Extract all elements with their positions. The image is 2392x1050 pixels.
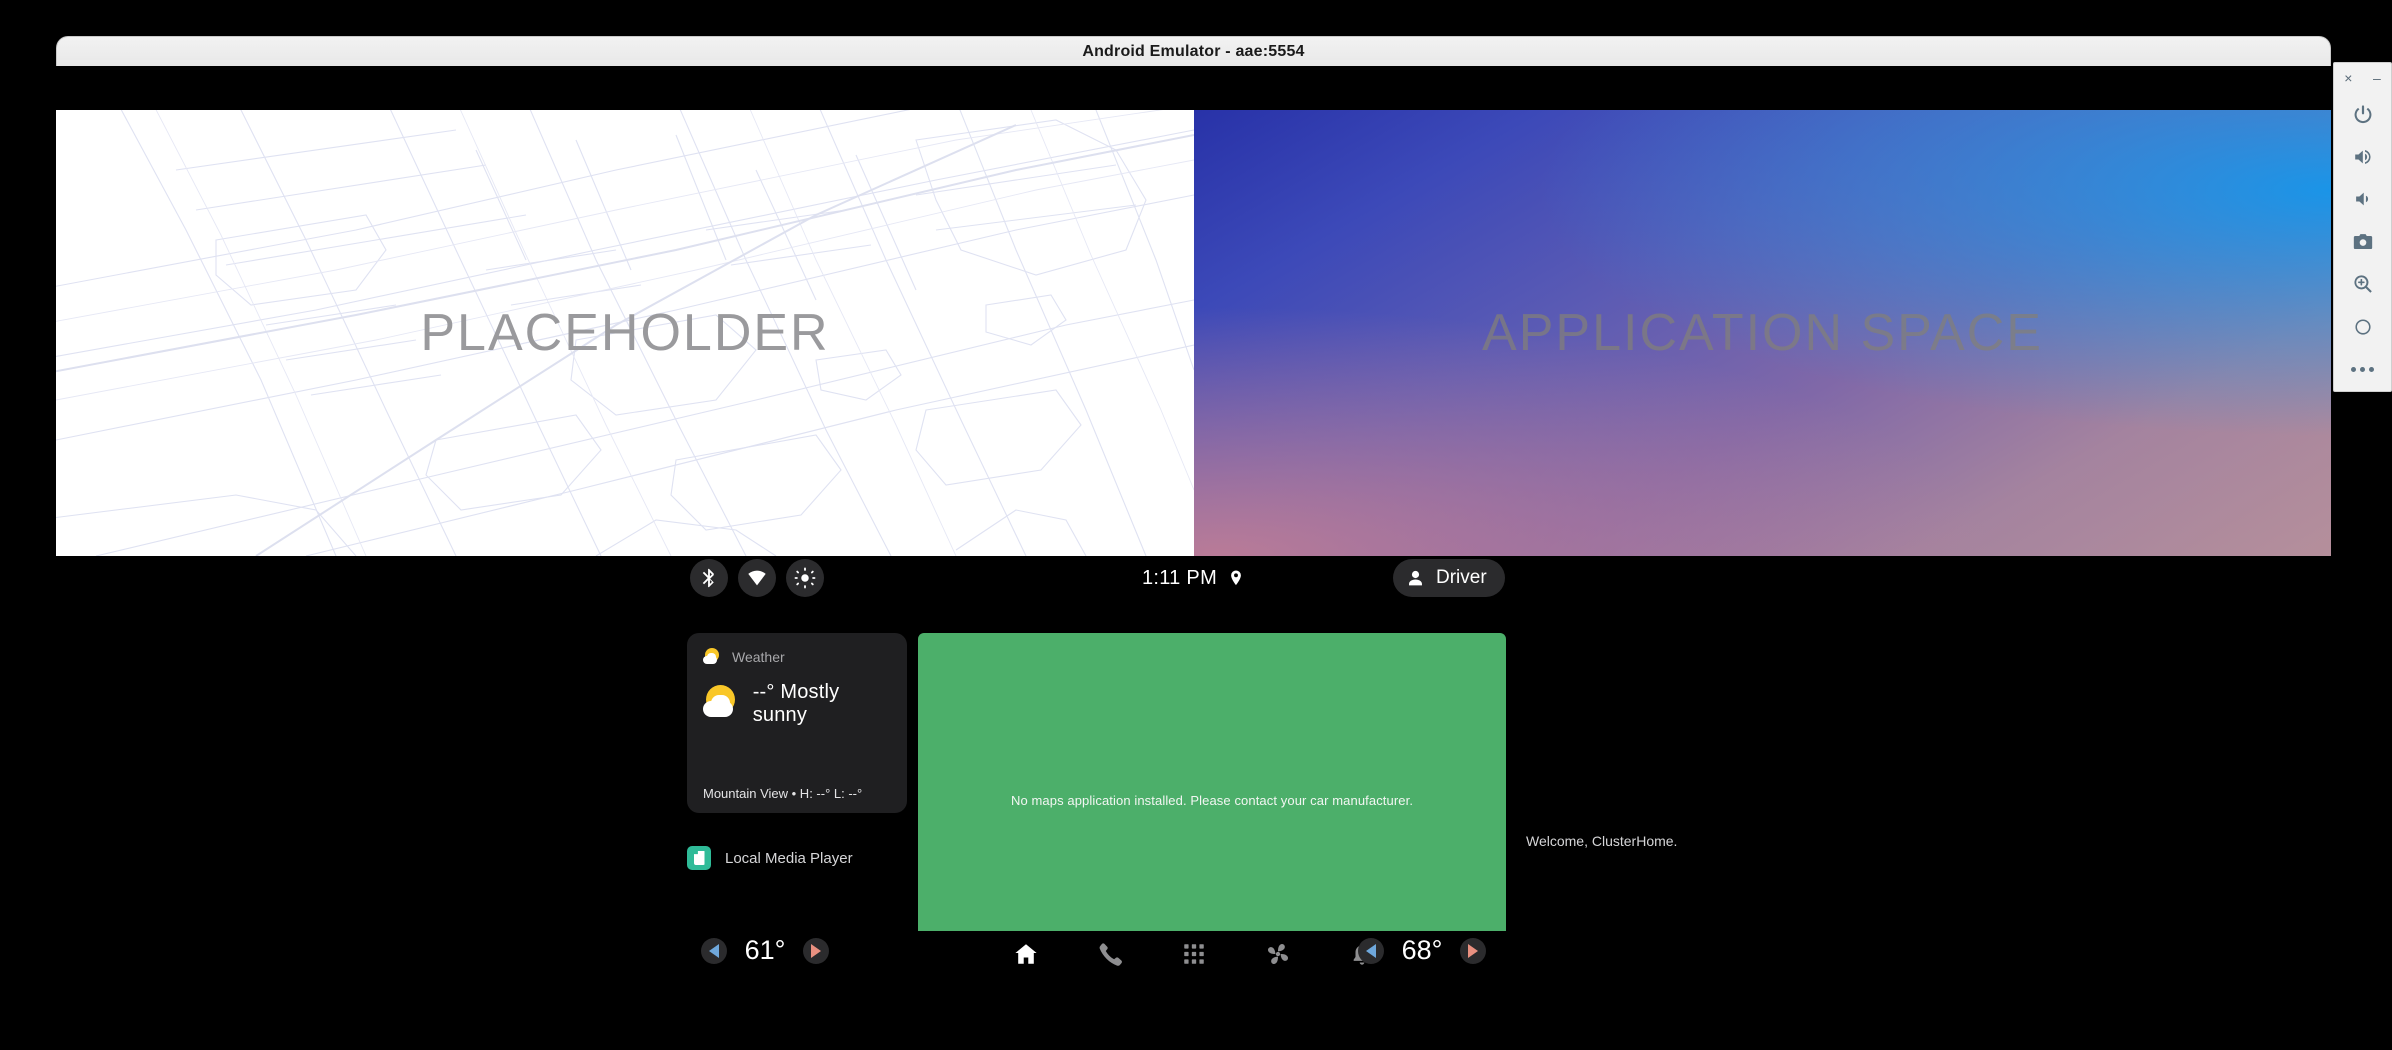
nav-icon-group [56, 931, 2331, 976]
sun-cloud-icon [703, 647, 723, 667]
location-pin-icon [1231, 570, 1241, 586]
status-clock: 1:11 PM [1141, 566, 1218, 589]
passenger-temp-value: 68° [1401, 935, 1443, 965]
apps-grid-icon [1183, 943, 1204, 964]
volume-up-icon [2354, 149, 2371, 164]
nav-home-button[interactable] [1007, 935, 1045, 973]
emulator-window: Android Emulator - aae:5554 PLACEHOLDER … [56, 36, 2331, 976]
media-app-icon [687, 846, 711, 870]
zoom-icon [2353, 275, 2372, 294]
maps-missing-message: No maps application installed. Please co… [1010, 792, 1414, 808]
person-icon [1409, 570, 1422, 585]
screenshot-camera-icon [2353, 233, 2372, 249]
passenger-temp-increase-button[interactable] [1460, 937, 1486, 964]
rotate-icon [2354, 319, 2371, 335]
emulator-volume-down-button[interactable] [2334, 178, 2391, 221]
window-title: Android Emulator - aae:5554 [1082, 42, 1305, 60]
close-icon[interactable]: × [2344, 71, 2352, 85]
weather-condition-icon [703, 684, 741, 724]
emulator-rotate-button[interactable] [2334, 306, 2391, 349]
emulator-screenshot-button[interactable] [2334, 221, 2391, 264]
power-icon [2354, 105, 2371, 124]
local-media-player-row[interactable]: Local Media Player [687, 846, 853, 870]
user-profile-chip[interactable]: Driver [1393, 559, 1505, 597]
display-row: PLACEHOLDER APPLICATION SPACE [56, 110, 2331, 556]
weather-card-header: Weather [703, 647, 891, 667]
nav-phone-button[interactable] [1091, 935, 1129, 973]
weather-temperature: --° Mostly sunny [752, 681, 840, 726]
screen-root: Android Emulator - aae:5554 PLACEHOLDER … [0, 0, 2392, 1050]
nav-climate-button[interactable] [1259, 935, 1297, 973]
clock-group: 1:11 PM [56, 556, 2331, 600]
emulator-zoom-button[interactable] [2334, 263, 2391, 306]
emulator-side-toolbar: × – [2333, 62, 2392, 392]
emulator-more-button[interactable] [2334, 348, 2391, 391]
climate-fan-icon [1267, 943, 1288, 964]
home-content-area: Weather --° Mostly sunny Mountain View •… [56, 600, 2331, 976]
android-status-bar: 1:11 PM Driver [56, 556, 2331, 600]
emulator-screen: PLACEHOLDER APPLICATION SPACE 1:11 PM Dr… [56, 70, 2331, 976]
emulator-power-button[interactable] [2334, 93, 2391, 136]
passenger-temperature-control: 68° [1358, 935, 1486, 966]
volume-down-icon [2355, 192, 2368, 206]
nav-apps-button[interactable] [1175, 935, 1213, 973]
bottom-nav-bar: 61° 68° [56, 931, 2331, 976]
placeholder-label: PLACEHOLDER [420, 304, 830, 362]
weather-card[interactable]: Weather --° Mostly sunny Mountain View •… [687, 633, 907, 813]
window-titlebar[interactable]: Android Emulator - aae:5554 [56, 36, 2331, 66]
phone-icon [1099, 942, 1122, 966]
minimize-icon[interactable]: – [2373, 71, 2381, 85]
weather-card-body: --° Mostly sunny [703, 681, 891, 727]
maps-card[interactable]: No maps application installed. Please co… [918, 633, 1506, 967]
emulator-volume-up-button[interactable] [2334, 135, 2391, 178]
local-media-player-label: Local Media Player [725, 849, 853, 867]
passenger-temp-decrease-button[interactable] [1358, 937, 1384, 964]
welcome-text: Welcome, ClusterHome. [1526, 833, 1678, 849]
user-profile-label: Driver [1436, 567, 1487, 588]
placeholder-map-panel[interactable]: PLACEHOLDER [56, 110, 1194, 556]
weather-card-title: Weather [732, 649, 785, 665]
application-space-label: APPLICATION SPACE [1482, 304, 2043, 362]
home-icon [1014, 943, 1037, 964]
application-space-panel[interactable]: APPLICATION SPACE [1194, 110, 2331, 556]
toolbar-window-buttons: × – [2334, 63, 2391, 93]
more-icon [2351, 367, 2374, 373]
weather-card-footer: Mountain View • H: --° L: --° [703, 786, 863, 801]
